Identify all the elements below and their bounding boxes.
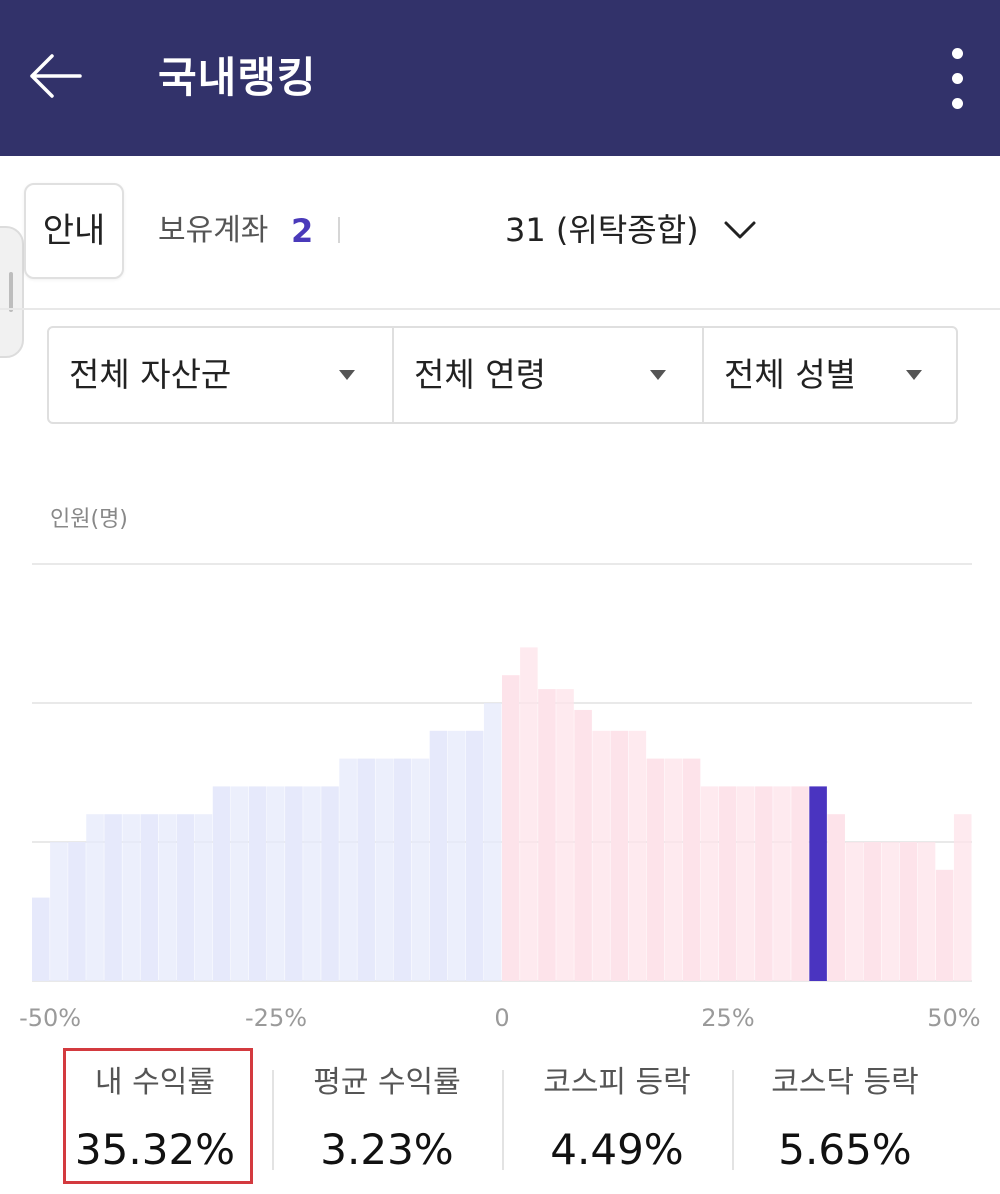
chart-bar — [791, 786, 809, 981]
caret-down-icon — [906, 370, 922, 380]
chart-bar — [827, 814, 845, 981]
chart-bar — [339, 758, 357, 981]
stat-label: 평균 수익률 — [313, 1065, 461, 1100]
chart-bar — [520, 647, 538, 981]
chart-bar — [935, 869, 954, 981]
filter-label: 전체 연령 — [414, 355, 546, 394]
chart-bar — [212, 786, 231, 981]
chart-bar — [267, 786, 285, 981]
chart-bar — [483, 703, 502, 981]
chart-bar — [303, 786, 321, 981]
chart-bar — [321, 786, 339, 981]
chart-bar — [465, 730, 484, 981]
x-tick-label: 25% — [701, 1004, 754, 1032]
filter-asset-class[interactable]: 전체 자산군 — [49, 328, 392, 422]
chart-bar — [248, 786, 267, 981]
chart-bar — [953, 814, 972, 981]
stat-average-return: 평균 수익률 3.23% — [272, 1050, 502, 1190]
account-select[interactable]: 31 (위탁종합) — [505, 206, 757, 254]
my-return-highlight — [63, 1048, 253, 1184]
chart-bar — [737, 786, 755, 981]
chart-bar — [592, 730, 610, 981]
chart-bar — [158, 814, 177, 981]
stat-value: 4.49% — [550, 1125, 684, 1174]
chart-bar — [574, 709, 592, 981]
chart-bar — [755, 786, 773, 981]
chart-bar — [646, 758, 665, 981]
stat-value: 5.65% — [778, 1125, 912, 1174]
x-tick-label: 50% — [927, 1004, 980, 1032]
return-distribution-chart: -50% -25% 0 25% 50% — [19, 563, 981, 1032]
x-tick-label: -25% — [245, 1004, 307, 1032]
caret-down-icon — [339, 370, 355, 380]
chart-bar — [628, 730, 647, 981]
chart-bar — [429, 730, 448, 981]
filter-label: 전체 자산군 — [69, 355, 232, 394]
chart-bar — [881, 842, 900, 981]
stat-kospi-change: 코스피 등락 4.49% — [502, 1050, 732, 1190]
more-vertical-icon[interactable] — [940, 44, 976, 114]
chart-bar — [194, 814, 213, 981]
chart-bar — [140, 814, 159, 981]
side-drawer-handle[interactable] — [0, 226, 24, 358]
chart-bar — [230, 786, 249, 981]
chart-bar — [538, 689, 556, 981]
chart-y-axis-label: 인원(명) — [50, 507, 128, 532]
chart-bar — [357, 758, 375, 981]
caret-down-icon — [650, 370, 666, 380]
chart-bar — [682, 758, 701, 981]
chart-bar — [104, 814, 122, 981]
chart-bar — [122, 814, 140, 981]
app-header: 국내랭킹 — [0, 0, 1000, 156]
chevron-down-icon — [724, 221, 756, 239]
chart-bar — [447, 730, 466, 981]
chart-bar — [393, 758, 412, 981]
account-label: 보유계좌 — [158, 213, 269, 248]
filter-bar: 전체 자산군 전체 연령 전체 성별 — [47, 326, 958, 424]
stat-kosdaq-change: 코스닥 등락 5.65% — [730, 1050, 960, 1190]
chart-bar — [556, 689, 574, 981]
section-divider — [0, 308, 1000, 310]
chart-bar — [411, 758, 430, 981]
chart-bar — [285, 786, 303, 981]
chart-bar — [375, 758, 394, 981]
chart-bar — [917, 842, 936, 981]
filter-age[interactable]: 전체 연령 — [392, 328, 702, 422]
chart-bar — [68, 842, 86, 981]
divider — [338, 217, 340, 243]
chart-bar — [50, 842, 68, 981]
stat-label: 코스닥 등락 — [771, 1065, 919, 1100]
account-count: 2 — [291, 212, 314, 250]
chart-bar — [86, 814, 104, 981]
chart-bar — [845, 842, 864, 981]
chart-bar — [502, 675, 520, 981]
stat-label: 코스피 등락 — [543, 1065, 691, 1100]
chart-bar — [773, 786, 791, 981]
filter-gender[interactable]: 전체 성별 — [702, 328, 956, 422]
stat-value: 3.23% — [320, 1125, 454, 1174]
account-select-value: 31 (위탁종합) — [505, 211, 699, 249]
chart-bar — [700, 786, 719, 981]
chart-bar-highlight — [809, 786, 827, 981]
page-title: 국내랭킹 — [158, 53, 317, 102]
x-tick-label: 0 — [494, 1004, 509, 1032]
chart-bar — [664, 758, 683, 981]
chart-bar — [176, 814, 195, 981]
chart-bar — [32, 897, 50, 981]
chart-bar — [899, 842, 918, 981]
chart-bar — [863, 842, 882, 981]
chart-bar — [718, 786, 737, 981]
x-tick-label: -50% — [19, 1004, 81, 1032]
arrow-left-icon[interactable] — [24, 44, 88, 108]
chart-bar — [610, 730, 629, 981]
filter-label: 전체 성별 — [724, 355, 856, 394]
info-button[interactable]: 안내 — [24, 183, 124, 279]
